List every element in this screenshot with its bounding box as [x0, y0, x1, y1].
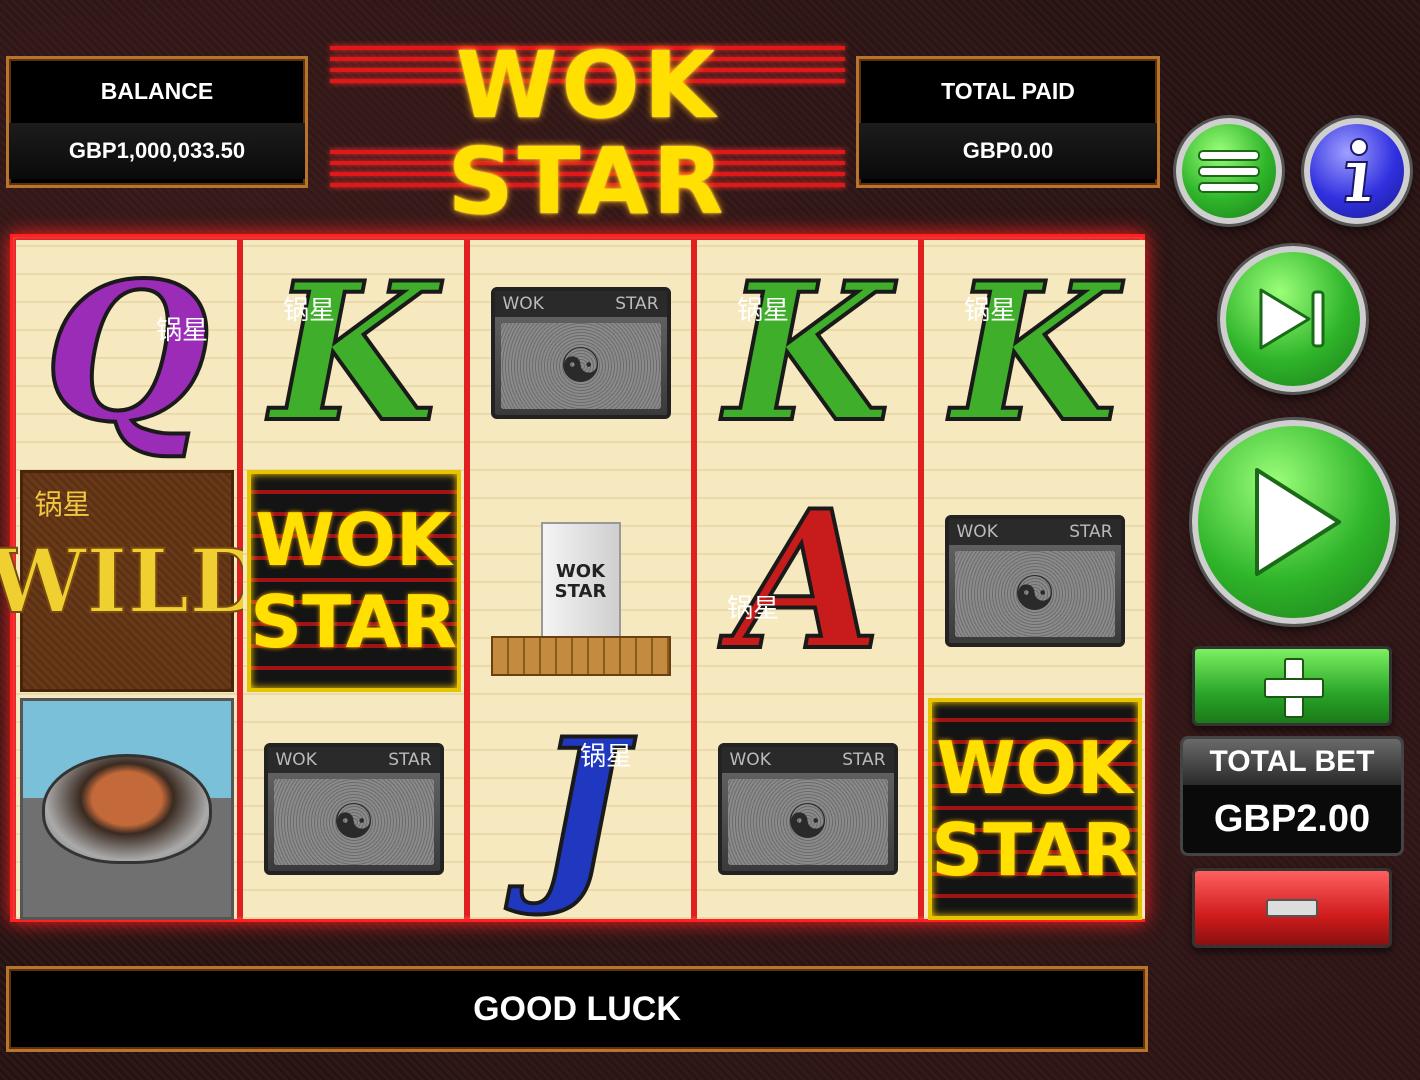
amp-header: WOK STAR	[948, 519, 1121, 545]
dragon-icon: ☯	[273, 779, 434, 865]
increase-bet-button[interactable]	[1192, 646, 1392, 726]
amp-tile: WOK STAR ☯	[944, 515, 1125, 647]
minus-icon	[1266, 899, 1318, 917]
hamburger-icon	[1198, 150, 1260, 193]
reel-4: K 锅星 A 锅星 WOK STAR ☯	[697, 240, 918, 919]
skip-button[interactable]	[1220, 246, 1366, 392]
bamboo-mat-icon	[490, 636, 671, 676]
chinese-mark: 锅星	[156, 316, 209, 346]
symbol-box: WOK STAR	[470, 468, 691, 694]
noodle-box-icon: WOK STAR	[540, 522, 621, 642]
symbol-a-letter: A	[732, 469, 883, 692]
symbol-wild: 锅星 WILD	[0, 468, 267, 694]
wokstar-tile: WOK STAR	[927, 698, 1142, 920]
symbol-wok	[16, 696, 237, 922]
balance-panel: BALANCE GBP1,000,033.50	[6, 56, 308, 188]
amp-right-text: STAR	[1069, 522, 1113, 542]
amp-right-text: STAR	[388, 750, 432, 770]
wok-bowl-icon	[41, 754, 212, 864]
amp-header: WOK STAR	[721, 747, 894, 773]
reel-2: K 锅星 WOK STAR WOK STAR ☯	[243, 240, 464, 919]
symbol-amp: WOK STAR ☯	[243, 696, 464, 922]
amp-header: WOK STAR	[494, 291, 667, 317]
logo-star: STAR	[447, 128, 728, 235]
symbol-k-letter: K	[723, 241, 892, 464]
symbol-j: J 锅星	[470, 696, 691, 922]
chinese-mark: 锅星	[737, 296, 790, 326]
plus-icon	[1264, 658, 1324, 718]
spin-button[interactable]	[1192, 420, 1396, 624]
wokstar-line2: STAR	[931, 808, 1138, 892]
reel-3: WOK STAR ☯ WOK STAR J 锅星	[470, 240, 691, 919]
wokstar-tile: WOK STAR	[246, 470, 461, 692]
info-button[interactable]	[1304, 118, 1410, 224]
symbol-k-letter: K	[950, 241, 1119, 464]
balance-label: BALANCE	[100, 77, 214, 104]
reel-5: K 锅星 WOK STAR ☯ WOK STAR	[924, 240, 1145, 922]
chinese-mark: 锅星	[283, 296, 336, 326]
reel-1: Q 锅星 锅星 WILD	[0, 240, 267, 922]
total-bet-panel: TOTAL BET GBP2.00	[1180, 736, 1404, 856]
balance-value: GBP1,000,033.50	[9, 123, 305, 179]
total-paid-label: TOTAL PAID	[941, 77, 1075, 104]
symbol-q: Q 锅星	[16, 240, 237, 466]
symbol-q-letter: Q	[42, 241, 212, 464]
symbol-k: K 锅星	[243, 240, 464, 466]
symbol-amp: WOK STAR ☯	[470, 240, 691, 466]
chinese-mark: 锅星	[727, 594, 780, 624]
symbol-wokstar: WOK STAR	[924, 696, 1145, 922]
wokstar-line2: STAR	[250, 580, 457, 664]
symbol-k: K 锅星	[924, 240, 1145, 466]
amp-right-text: STAR	[615, 294, 659, 314]
dragon-icon: ☯	[727, 779, 888, 865]
wild-text: WILD	[0, 528, 267, 634]
box-label-2: STAR	[554, 581, 607, 602]
wokstar-line1: WOK	[936, 726, 1133, 810]
total-bet-label: TOTAL BET	[1183, 739, 1401, 785]
amp-left-text: WOK	[502, 294, 544, 314]
info-icon	[1343, 138, 1373, 203]
symbol-a: A 锅星	[697, 468, 918, 694]
box-label-1: WOK	[555, 561, 606, 582]
message-bar: GOOD LUCK	[6, 966, 1148, 1052]
dragon-icon: ☯	[954, 551, 1115, 637]
amp-tile: WOK STAR ☯	[490, 287, 671, 419]
total-paid-panel: TOTAL PAID GBP0.00	[856, 56, 1160, 188]
wokstar-line1: WOK	[255, 498, 452, 582]
skip-forward-icon	[1259, 288, 1325, 350]
chinese-mark: 锅星	[964, 296, 1017, 326]
total-paid-value: GBP0.00	[859, 123, 1157, 179]
symbol-amp: WOK STAR ☯	[697, 696, 918, 922]
amp-left-text: WOK	[275, 750, 317, 770]
decrease-bet-button[interactable]	[1192, 868, 1392, 948]
amp-left-text: WOK	[729, 750, 771, 770]
symbol-wokstar: WOK STAR	[243, 468, 464, 694]
amp-tile: WOK STAR ☯	[717, 743, 898, 875]
amp-left-text: WOK	[956, 522, 998, 542]
reels-area[interactable]: Q 锅星 锅星 WILD K 锅星 WOK STAR WOK STAR ☯ WO…	[0, 234, 1145, 922]
amp-right-text: STAR	[842, 750, 886, 770]
symbol-k: K 锅星	[697, 240, 918, 466]
chinese-mark: 锅星	[580, 742, 633, 772]
amp-header: WOK STAR	[267, 747, 440, 773]
logo-wok: WOK	[456, 32, 719, 139]
wok-tile	[19, 698, 234, 920]
symbol-k-letter: K	[269, 241, 438, 464]
menu-button[interactable]	[1176, 118, 1282, 224]
play-icon	[1255, 468, 1341, 576]
chinese-mark: 锅星	[34, 489, 91, 520]
dragon-icon: ☯	[500, 323, 661, 409]
noodle-box-tile: WOK STAR	[486, 486, 676, 676]
amp-tile: WOK STAR ☯	[263, 743, 444, 875]
game-logo: WOK STAR	[330, 0, 845, 235]
wild-tile: 锅星 WILD	[0, 470, 267, 692]
symbol-amp: WOK STAR ☯	[924, 468, 1145, 694]
total-bet-value: GBP2.00	[1213, 797, 1371, 840]
